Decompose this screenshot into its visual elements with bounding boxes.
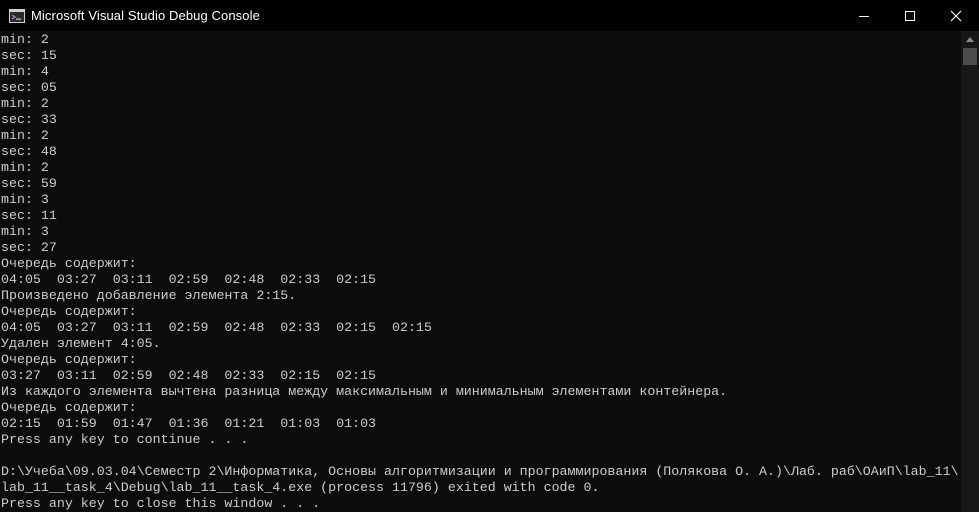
console-line: Из каждого элемента вычтена разница межд… — [1, 384, 728, 399]
console-line: Очередь содержит: — [1, 256, 137, 271]
console-output[interactable]: min: 2 sec: 15 min: 4 sec: 05 min: 2 sec… — [1, 32, 959, 512]
title-bar[interactable]: Microsoft Visual Studio Debug Console — [0, 0, 979, 31]
scroll-up-button[interactable] — [961, 31, 979, 47]
console-line: Удален элемент 4:05. — [1, 336, 161, 351]
console-window: Microsoft Visual Studio Debug Console mi… — [0, 0, 979, 512]
minimize-icon — [859, 15, 869, 17]
console-line: sec: 27 — [1, 240, 57, 255]
maximize-icon — [905, 10, 915, 21]
console-line: 04:05 03:27 03:11 02:59 02:48 02:33 02:1… — [1, 320, 432, 335]
console-line: 04:05 03:27 03:11 02:59 02:48 02:33 02:1… — [1, 272, 377, 287]
console-line: sec: 15 — [1, 48, 57, 63]
console-line: min: 4 — [1, 64, 49, 79]
close-button[interactable] — [933, 0, 979, 31]
close-icon — [950, 10, 962, 21]
console-line: sec: 11 — [1, 208, 57, 223]
console-line: lab_11__task_4\Debug\lab_11__task_4.exe … — [1, 480, 600, 495]
caption-buttons — [841, 0, 979, 31]
console-line: min: 2 — [1, 128, 49, 143]
console-line: min: 2 — [1, 160, 49, 175]
console-line: min: 3 — [1, 192, 49, 207]
minimize-button[interactable] — [841, 0, 887, 31]
scroll-up-arrow-icon — [966, 36, 974, 42]
console-line: D:\Учеба\09.03.04\Семестр 2\Информатика,… — [1, 464, 959, 479]
console-app-icon — [9, 8, 25, 23]
vertical-scrollbar[interactable] — [961, 31, 979, 512]
console-line: Press any key to continue . . . — [1, 432, 249, 447]
console-line: min: 2 — [1, 96, 49, 111]
console-line: 03:27 03:11 02:59 02:48 02:33 02:15 02:1… — [1, 368, 377, 383]
console-line: min: 3 — [1, 224, 49, 239]
console-line: 02:15 01:59 01:47 01:36 01:21 01:03 01:0… — [1, 416, 377, 431]
console-line: sec: 59 — [1, 176, 57, 191]
maximize-button[interactable] — [887, 0, 933, 31]
window-title: Microsoft Visual Studio Debug Console — [31, 8, 260, 23]
console-line: min: 2 — [1, 32, 49, 47]
console-line: Очередь содержит: — [1, 304, 137, 319]
console-line: Очередь содержит: — [1, 352, 137, 367]
console-line: sec: 33 — [1, 112, 57, 127]
console-line: sec: 48 — [1, 144, 57, 159]
console-line: sec: 05 — [1, 80, 57, 95]
console-line: Press any key to close this window . . . — [1, 496, 321, 511]
console-line: Очередь содержит: — [1, 400, 137, 415]
scroll-thumb[interactable] — [963, 48, 977, 65]
console-line: Произведено добавление элемента 2:15. — [1, 288, 297, 303]
